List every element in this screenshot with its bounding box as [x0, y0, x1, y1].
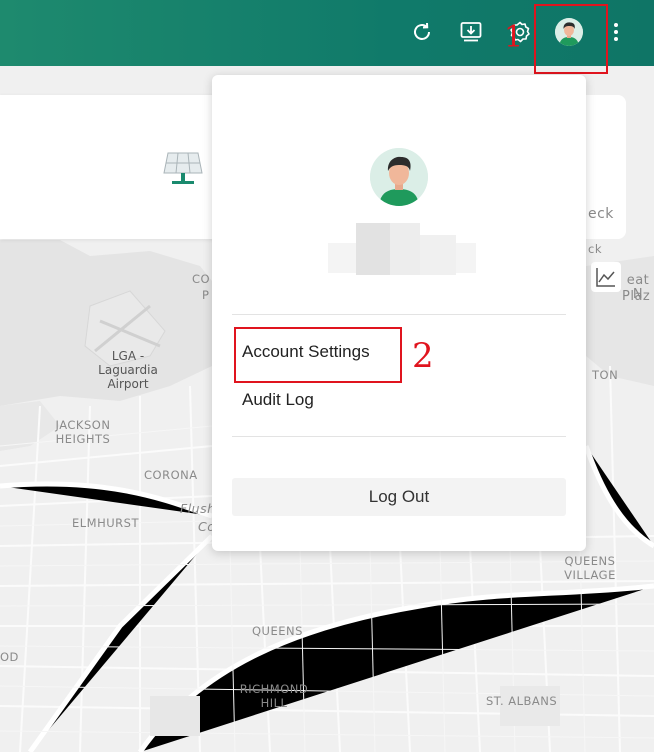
user-avatar-icon	[370, 148, 428, 206]
refresh-button[interactable]	[408, 18, 436, 46]
map-label-p: P	[202, 288, 210, 302]
account-dropdown: Account Settings Audit Log Log Out	[212, 75, 586, 551]
menu-divider-top	[232, 314, 566, 315]
map-label-elmhurst: ELMHURST	[72, 516, 139, 530]
map-label-ton: TON	[592, 368, 619, 382]
profile-avatar	[370, 148, 428, 206]
download-icon	[460, 22, 482, 42]
map-label-lga: LGA - Laguardia Airport	[98, 349, 158, 391]
map-label-richmond-hill: RICHMOND HILL	[239, 682, 309, 710]
annotation-number-1: 1	[504, 20, 524, 55]
refresh-icon	[414, 22, 430, 40]
solar-panel-icon	[162, 151, 204, 191]
map-label-st-albans: ST. ALBANS	[486, 694, 558, 708]
map-label-plaza: Plaz	[622, 289, 651, 304]
audit-log-item[interactable]: Audit Log	[242, 390, 314, 410]
annotation-box-1	[534, 4, 608, 74]
map-label-corona: CORONA	[144, 468, 198, 482]
map-label-eck: eck	[588, 206, 614, 222]
download-button[interactable]	[457, 18, 485, 46]
annotation-box-2	[234, 327, 402, 383]
map-label-queens: QUEENS	[252, 624, 303, 638]
info-card	[0, 95, 226, 239]
map-label-queens-village: QUEENS VILLAGE	[564, 554, 616, 582]
info-card-right: eck	[580, 95, 626, 239]
map-label-flushing: Flush	[180, 501, 216, 516]
map-label-co: CO	[192, 272, 211, 286]
annotation-number-2: 2	[412, 336, 434, 376]
map-label-od: OD	[0, 650, 19, 664]
map-label-ck: ck	[588, 242, 602, 256]
line-chart-icon	[596, 268, 615, 287]
logout-button[interactable]: Log Out	[232, 478, 566, 516]
blurred-username	[328, 223, 476, 275]
map-label-jackson-heights: JACKSON HEIGHTS	[55, 418, 111, 446]
chart-button[interactable]	[591, 262, 621, 292]
menu-divider-bottom	[232, 436, 566, 437]
